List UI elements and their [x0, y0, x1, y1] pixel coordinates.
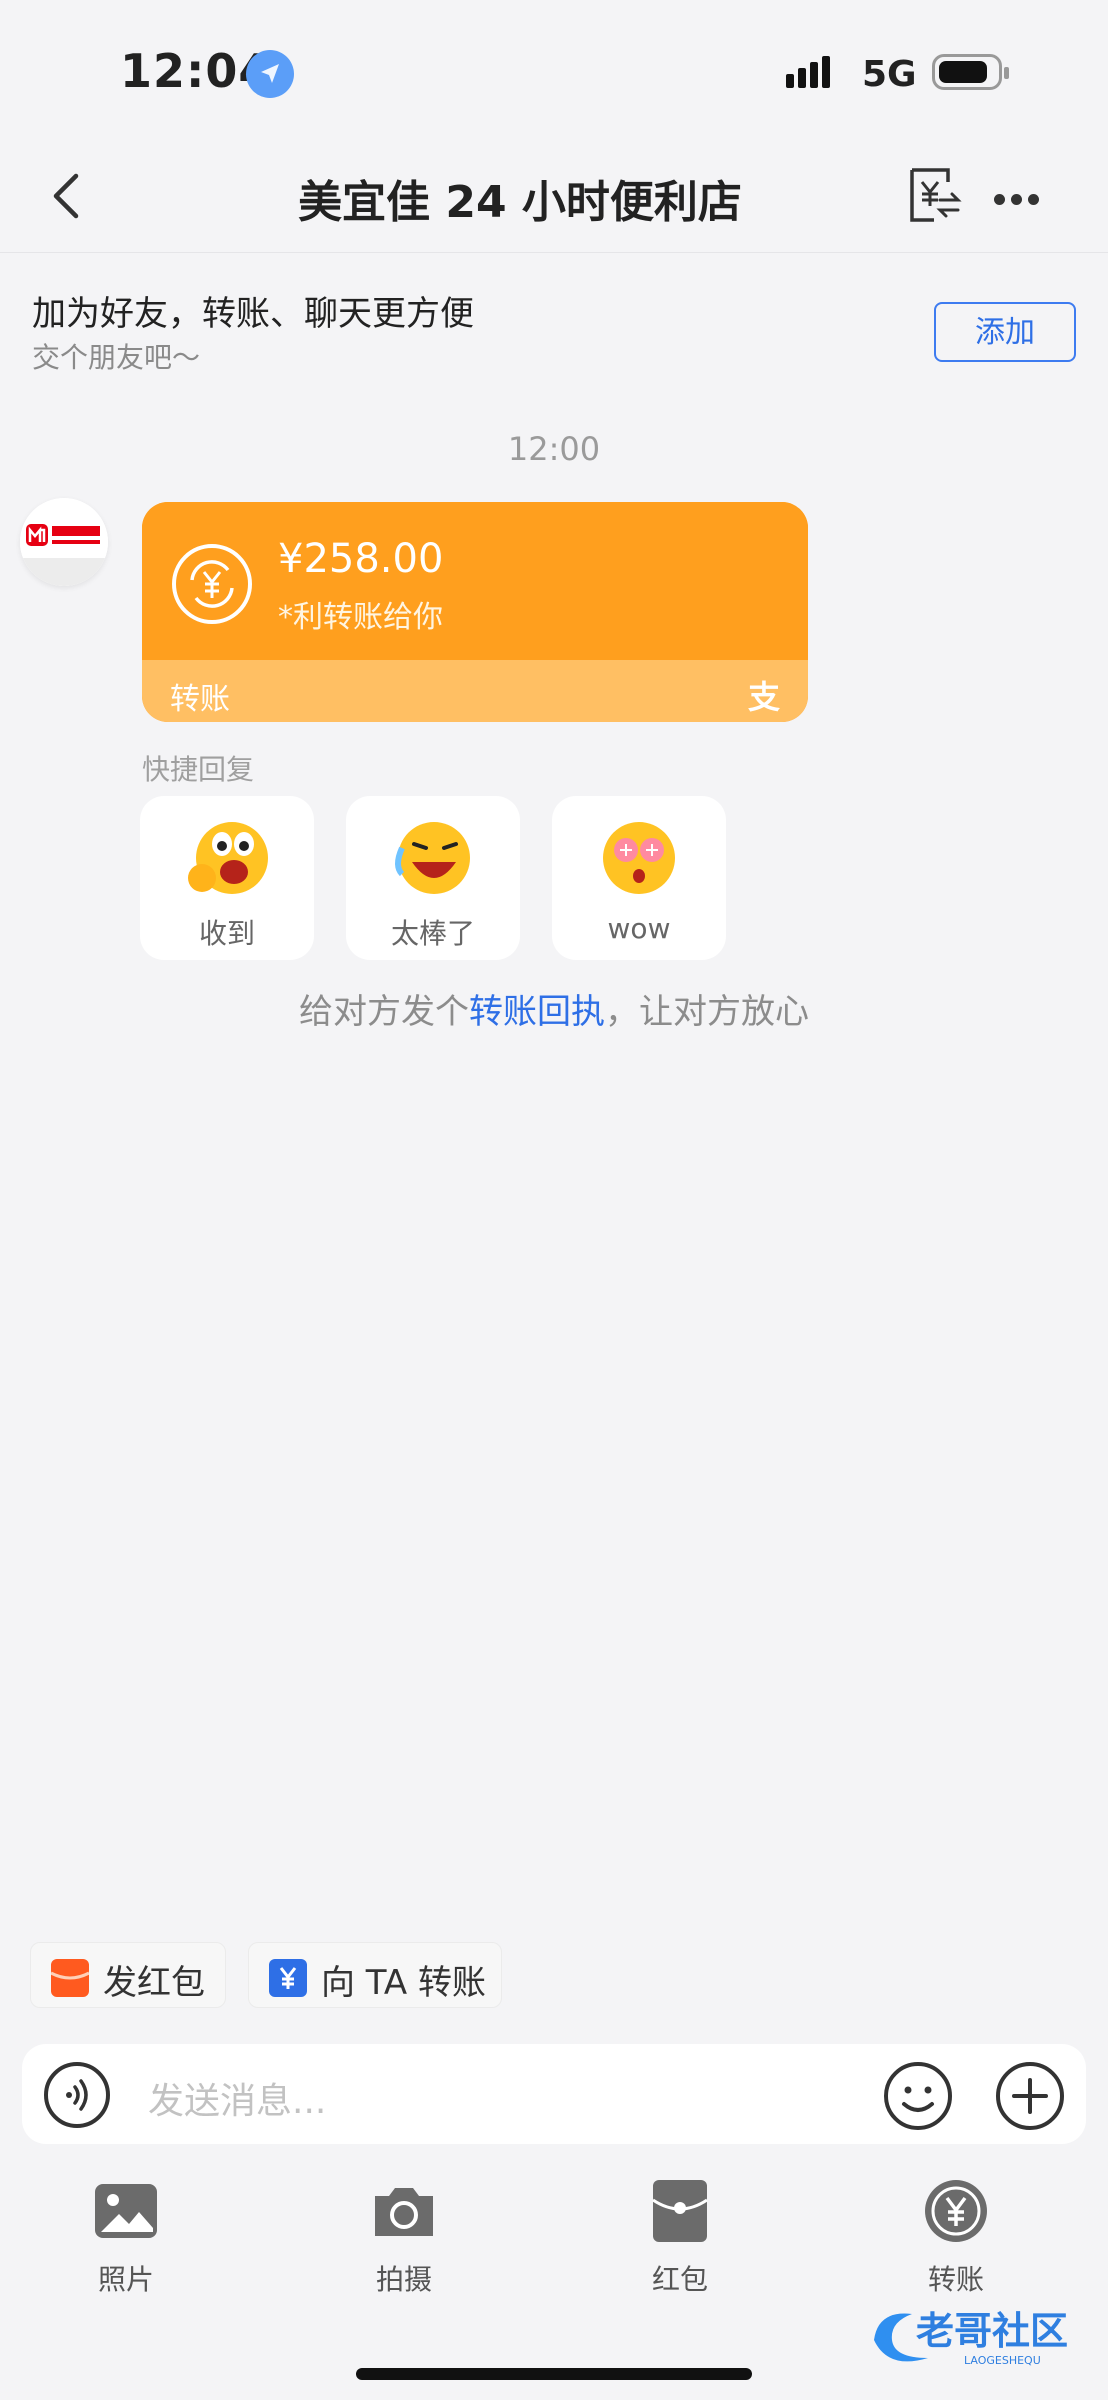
transfer-to-ta-label: 向 TA 转账	[321, 1963, 487, 2003]
plus-icon[interactable]	[994, 2060, 1066, 2132]
transfer-card-footer: 转账 支	[142, 660, 808, 722]
toolbar-red-packet[interactable]: 红包	[590, 2178, 770, 2298]
toolbar-transfer[interactable]: 转账	[866, 2178, 1046, 2298]
transfer-ticket-icon	[269, 1959, 307, 1997]
red-packet-icon	[50, 1959, 90, 1997]
wow-emoji-icon	[594, 814, 684, 904]
alipay-icon: 支	[747, 678, 780, 716]
watermark-logo: 老哥社区 LAOGESHEQU	[868, 2300, 1094, 2372]
avatar[interactable]	[20, 498, 108, 586]
transfer-yuan-icon	[170, 542, 254, 626]
friend-banner-subtitle: 交个朋友吧～	[32, 341, 201, 374]
transfer-amount: ¥258.00	[278, 536, 444, 582]
send-red-packet-label: 发红包	[103, 1963, 205, 2003]
signal-icon	[786, 56, 834, 88]
add-friend-button[interactable]: 添加	[934, 302, 1076, 362]
quick-reply-label: 快捷回复	[142, 753, 255, 786]
receipt-hint-suffix: ，让对方放心	[605, 992, 809, 1032]
send-red-packet-chip[interactable]: 发红包	[30, 1942, 226, 2008]
transfer-icon	[923, 2178, 989, 2244]
receipt-hint-prefix: 给对方发个	[299, 992, 469, 1032]
friend-banner-title: 加为好友，转账、聊天更方便	[32, 294, 474, 334]
meiyijia-logo-icon	[20, 498, 108, 586]
quick-reply-wow[interactable]: wow	[552, 796, 726, 960]
toolbar-photos-label: 照片	[97, 2263, 154, 2296]
quick-reply-label-wow: wow	[607, 912, 671, 945]
toolbar-red-packet-label: 红包	[651, 2263, 708, 2296]
laugh-cry-emoji-icon	[388, 814, 478, 904]
home-indicator[interactable]	[356, 2368, 752, 2380]
transfer-note: *利转账给你	[278, 600, 443, 635]
location-icon	[246, 50, 294, 98]
transfer-receipt-link[interactable]: 转账回执	[469, 992, 605, 1032]
camera-icon	[371, 2178, 437, 2244]
battery-icon	[932, 54, 1009, 90]
chat-timestamp: 12:00	[507, 430, 601, 468]
emoji-icon[interactable]	[882, 2060, 954, 2132]
transfer-to-ta-chip[interactable]: 向 TA 转账	[248, 1942, 502, 2008]
network-label: 5G	[862, 54, 917, 95]
transfer-card-label: 转账	[170, 682, 230, 717]
quick-reply-great[interactable]: 太棒了	[346, 796, 520, 960]
toolbar-photos[interactable]: 照片	[36, 2178, 216, 2298]
toolbar-camera-label: 拍摄	[375, 2263, 432, 2296]
watermark-subtext: LAOGESHEQU	[964, 2354, 1041, 2367]
message-input[interactable]: 发送消息...	[148, 2072, 326, 2124]
toolbar-camera[interactable]: 拍摄	[314, 2178, 494, 2298]
quick-reply-label-great: 太棒了	[390, 917, 475, 950]
back-icon[interactable]	[46, 170, 90, 222]
receipt-hint: 给对方发个转账回执，让对方放心	[0, 984, 1108, 1033]
quick-reply-received[interactable]: 收到	[140, 796, 314, 960]
quick-reply-label-received: 收到	[198, 917, 255, 950]
watermark-text: 老哥社区	[916, 2309, 1068, 2353]
ok-emoji-icon	[182, 814, 272, 904]
transfer-record-icon[interactable]	[904, 166, 962, 224]
toolbar-transfer-label: 转账	[927, 2263, 984, 2296]
transfer-card[interactable]: ¥258.00 *利转账给你 转账 支	[142, 502, 808, 722]
page-title: 美宜佳 24 小时便利店	[298, 177, 742, 228]
voice-icon[interactable]	[42, 2060, 112, 2130]
more-icon[interactable]	[994, 190, 1045, 209]
red-packet-icon	[647, 2178, 713, 2244]
photo-icon	[93, 2178, 159, 2244]
